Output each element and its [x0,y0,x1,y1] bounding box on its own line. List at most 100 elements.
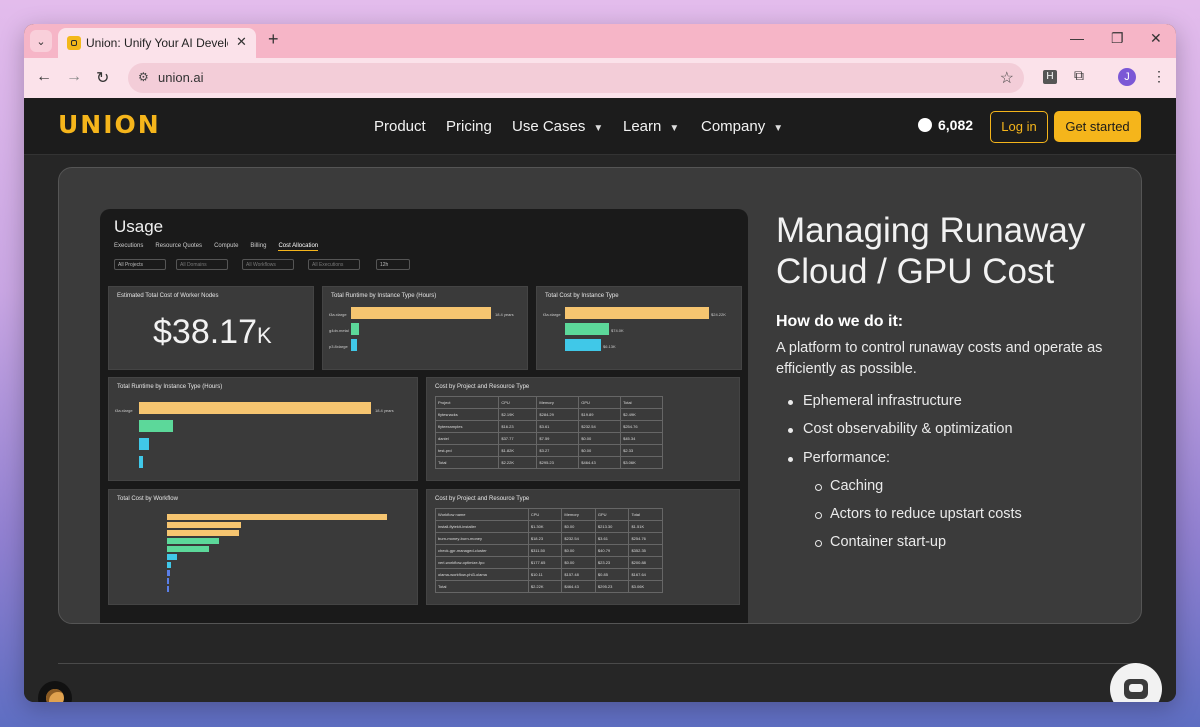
panel-title: Total Runtime by Instance Type (Hours) [117,384,223,390]
browser-menu-icon[interactable]: ⋮ [1152,68,1166,85]
table-header-cell: GPU [578,396,622,409]
address-bar[interactable]: ⚙ union.ai ☆ [128,63,1024,93]
cookie-settings-icon[interactable] [38,681,72,702]
nav-learn[interactable]: Learn ▼ [623,118,679,135]
hero-description: A platform to control runaway costs and … [776,340,1103,377]
table-cell: $2.22K [527,580,563,593]
dashboard-tab: Executions [114,243,144,249]
table-cell: $295.23 [536,456,580,469]
plus-icon[interactable]: + [268,29,279,50]
table-cell: $167.64 [628,568,663,581]
bar [167,578,169,584]
table-cell: $1.82K [498,444,538,457]
filter-domains: All Domains [176,259,228,270]
table-header-cell: Memory [536,396,580,409]
url-text: union.ai [158,70,204,85]
filter-projects: All Projects [114,259,166,270]
tab-strip: ⌄ Union: Unify Your AI Development ✕ + —… [24,24,1176,58]
table-cell: $7.59 [536,432,580,445]
github-icon [918,118,932,132]
instance-label: g4dn.metal [329,328,349,333]
table-cell: $3.61 [594,532,630,545]
bar-label: 18.4 years [495,312,514,317]
instance-label: t3a.xlarge [115,408,133,413]
table-cell: Total [434,456,500,469]
chat-icon [1124,679,1148,699]
filter-executions: All Executions [308,259,360,270]
bar [167,562,171,568]
chat-widget-button[interactable] [1110,663,1162,702]
sub-bullet-icon [815,484,822,491]
nav-company[interactable]: Company ▼ [701,118,783,135]
chevron-down-icon: ▼ [593,123,604,134]
close-window-icon[interactable]: ✕ [1150,30,1162,47]
table-header-cell: GPU [594,508,630,521]
table-cell: $295.23 [594,580,630,593]
dashboard-tab: Resource Quotes [155,243,203,249]
filter-workflows: All Workflows [242,259,294,270]
sub-bullet-text: Actors to reduce upstart costs [830,506,1022,522]
table-row: olama-workflow-phi3-olama $10.11 $157.48 $0… [435,568,663,581]
table-cell: $232.54 [578,420,622,433]
nav-use-cases[interactable]: Use Cases ▼ [512,118,603,135]
table-total-row: Total $2.22K $295.23 $464.43 $3.06K [434,456,663,469]
get-started-button[interactable]: Get started [1054,111,1141,142]
stat-title: Estimated Total Cost of Worker Nodes [117,293,219,299]
table-cell: $352.35 [628,544,663,557]
union-favicon-icon [67,36,81,50]
restore-icon[interactable]: ❐ [1111,30,1124,47]
panel-title: Total Cost by Workflow [117,496,178,502]
tab-title: Union: Unify Your AI Development [86,36,228,50]
panel-title: Cost by Project and Resource Type [435,384,530,390]
table-header-cell: Total [620,396,663,409]
forward-icon[interactable]: → [66,68,82,86]
bar [167,522,241,528]
close-tab-icon[interactable]: ✕ [236,34,247,50]
profile-avatar[interactable]: J [1118,68,1136,86]
table-cell: $2.33 [620,444,663,457]
bar [139,456,143,468]
bookmark-star-icon[interactable]: ☆ [1000,68,1014,88]
bar [139,420,173,432]
browser-tab[interactable]: Union: Unify Your AI Development ✕ [58,28,256,58]
panel-title: Cost by Project and Resource Type [435,496,530,502]
table-cell: $0.00 [561,544,596,557]
cost-project-panel: Cost by Project and Resource Type Projec… [426,377,740,481]
table-cell: $3.27 [536,444,580,457]
union-logo[interactable]: UNION [58,110,161,139]
page-content: Usage Executions Resource Quotes Compute Bi… [24,155,1176,702]
bar [351,323,359,335]
table-header-cell: Project [434,396,500,409]
table-cell: $3.61 [536,420,580,433]
table-cell: $18.23 [527,532,563,545]
table-cell: $1.30K [527,520,563,533]
site-navbar: UNION Product Pricing Use Cases ▼ Learn ▼ … [24,98,1176,155]
bar [167,570,170,576]
nav-pricing[interactable]: Pricing [446,118,492,135]
github-stars-link[interactable]: 6,082 [918,117,973,133]
sub-bullet-text: Caching [830,478,884,494]
panel-title: Total Cost by Instance Type [545,293,619,299]
stat-number: $38.17 [153,313,257,351]
runtime-small-panel: Total Runtime by Instance Type (Hours) t… [322,286,528,370]
nav-product[interactable]: Product [374,118,426,135]
back-icon[interactable]: ← [36,68,52,86]
minimize-icon[interactable]: — [1070,30,1084,46]
table-cell: burn-money-burn-money [435,532,529,545]
table-cell: $2.22K [498,456,538,469]
table-cell: $0.00 [561,520,596,533]
bar [167,530,239,536]
bar [139,438,149,450]
reload-icon[interactable]: ↻ [96,68,109,88]
bar-label: 18.4 years [375,408,394,413]
tab-search-button[interactable]: ⌄ [30,30,52,52]
site-info-icon[interactable]: ⚙ [138,70,149,84]
login-button[interactable]: Log in [990,111,1048,143]
table-cell: $40.79 [594,544,630,557]
github-stars-count: 6,082 [938,117,974,133]
extension-h-icon[interactable]: H [1043,70,1057,84]
extensions-puzzle-icon[interactable]: ⧉ [1074,67,1088,83]
nav-company-label: Company [701,118,766,135]
table-cell: $0.00 [578,432,622,445]
filter-interval: 12h [376,259,410,270]
